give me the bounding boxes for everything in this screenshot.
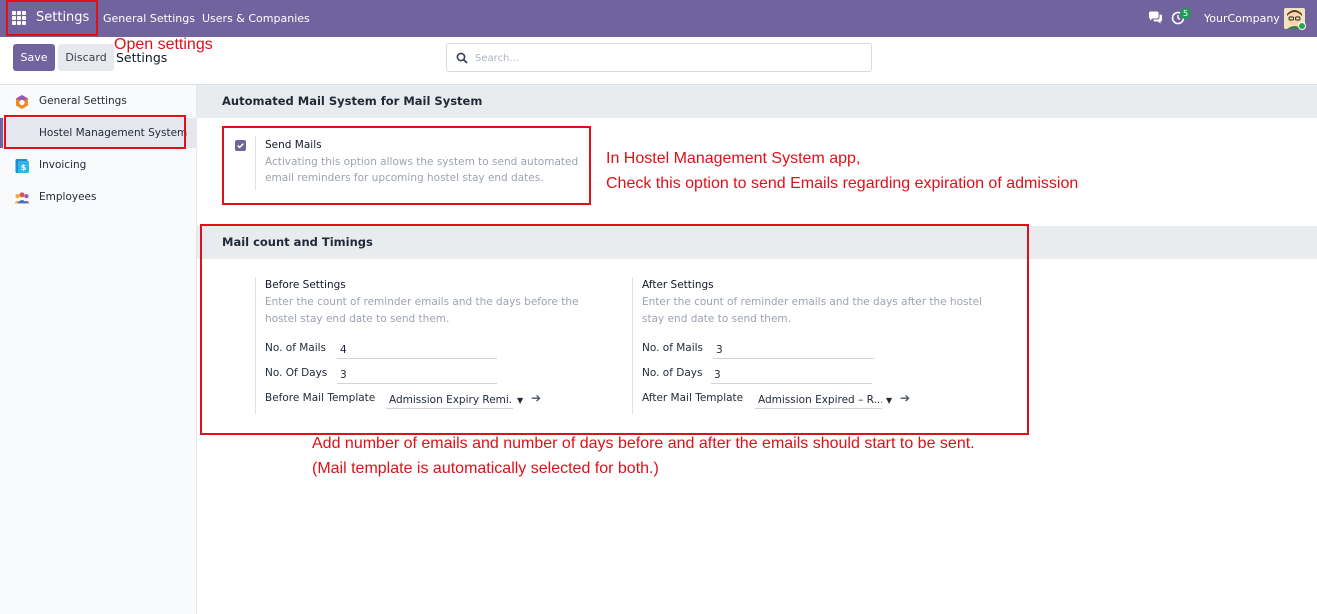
annotation-hostel-line-2: Check this option to send Emails regardi… [606,175,1079,192]
sidebar-item-invoicing[interactable]: $ Invoicing [0,150,196,180]
nav-users-companies[interactable]: Users & Companies [202,12,310,25]
sidebar-item-label: Employees [39,191,97,203]
settings-sidebar: General Settings Hostel Management Syste… [0,85,197,614]
top-navbar: Settings General Settings Users & Compan… [0,0,1317,37]
annotation-hostel-line-1: In Hostel Management System app, [606,150,861,167]
annotation-box-hostel-menu [4,115,186,149]
annotation-box-mail-count [200,224,1029,435]
search-input[interactable] [475,50,855,66]
section-header-automated-mail: Automated Mail System for Mail System [197,85,1317,118]
sidebar-item-label: Invoicing [39,159,87,171]
save-button[interactable]: Save [13,44,55,71]
annotation-bottom-line-1: Add number of emails and number of days … [312,435,975,452]
employees-group-icon [14,192,30,204]
online-status-dot [1298,22,1306,30]
nav-general-settings[interactable]: General Settings [103,12,195,25]
odoo-cog-icon [16,95,28,109]
sidebar-item-label: General Settings [39,95,127,107]
annotation-bottom-line-2: (Mail template is automatically selected… [312,460,659,477]
search-box[interactable] [446,43,872,72]
company-switcher[interactable]: YourCompany [1204,12,1280,25]
chat-icon[interactable] [1148,11,1163,24]
svg-text:$: $ [21,163,27,172]
section-title: Automated Mail System for Mail System [222,94,483,108]
sidebar-item-employees[interactable]: Employees [0,182,196,212]
sidebar-item-general-settings[interactable]: General Settings [0,86,196,116]
invoice-dollar-icon: $ [15,159,29,173]
annotation-open-settings: Open settings [114,36,213,53]
annotation-box-send-mails [222,126,591,205]
search-icon [456,52,468,64]
notification-badge: 5 [1180,8,1192,19]
discard-button[interactable]: Discard [58,44,114,71]
annotation-box-settings-app [6,0,98,36]
